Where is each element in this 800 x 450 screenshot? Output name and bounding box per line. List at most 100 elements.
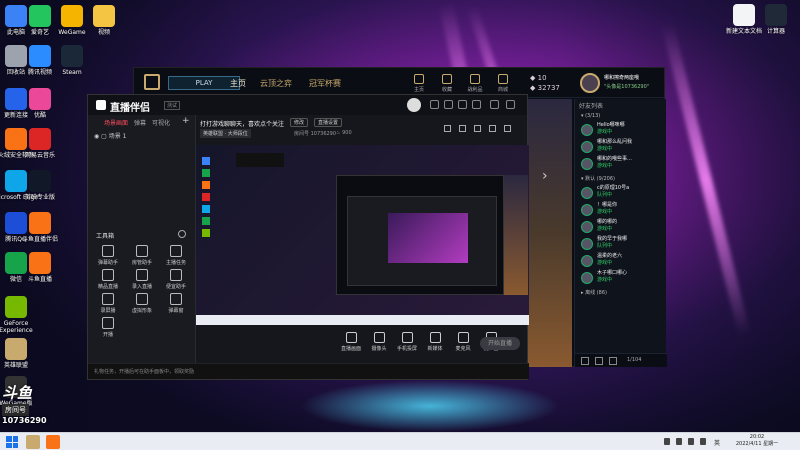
category-badge[interactable]: 英雄联盟 · 大师段位 — [200, 129, 251, 138]
volume-icon[interactable] — [688, 438, 694, 445]
tab-home[interactable]: 主页 — [230, 78, 246, 89]
be-currency: ◆ 32737 — [530, 84, 560, 92]
home-icon — [414, 74, 424, 84]
friends-group[interactable]: ▸ 离线 (86) — [575, 287, 666, 298]
tray-chevron-icon[interactable] — [664, 438, 670, 445]
nav-loot[interactable]: 战利品 — [466, 74, 484, 93]
friend-avatar — [581, 238, 593, 250]
friend-item[interactable]: 木子哪口哪心 游戏中 — [579, 270, 662, 286]
network-icon[interactable] — [676, 438, 682, 445]
tool-item[interactable]: 主播任务 — [160, 245, 192, 266]
tool-label: 弹幕助手 — [97, 260, 118, 266]
go-live-button[interactable]: 开始直播 — [480, 337, 520, 350]
desktop-icon[interactable]: 网易云音乐 — [16, 128, 64, 159]
taskbar-douyu-icon[interactable] — [46, 435, 60, 449]
desktop-icon-label: GeForce Experience — [0, 320, 33, 334]
avatar[interactable] — [407, 98, 421, 112]
tool-item[interactable]: 虚拟形象 — [126, 293, 158, 314]
settings-icon[interactable] — [458, 100, 467, 109]
friend-item[interactable]: 哪的哪的 游戏中 — [579, 219, 662, 235]
desktop-icon[interactable]: 斗鱼直播 — [16, 252, 64, 283]
stream-control[interactable]: 直播画面 — [336, 332, 366, 352]
carousel-next-icon[interactable]: › — [542, 168, 548, 184]
friend-item[interactable]: ！哪是你 游戏中 — [579, 202, 662, 218]
stream-control[interactable]: 摄像头 — [364, 332, 394, 352]
nav-home[interactable]: 主页 — [410, 74, 428, 93]
scene-item[interactable]: ◉ ▢ 场景 1 — [88, 129, 195, 142]
friends-group[interactable]: ▾ (3/13) — [575, 111, 666, 121]
tool-item[interactable]: 精品直播 — [92, 269, 124, 290]
desktop-icon[interactable]: 视频 — [80, 5, 128, 36]
layout-icon[interactable] — [444, 125, 451, 132]
fullscreen-icon[interactable] — [504, 125, 511, 132]
nav-collection[interactable]: 收藏 — [438, 74, 456, 93]
tab-scenes[interactable]: 场景画面 — [104, 118, 128, 127]
desktop-icon[interactable]: 英雄联盟 — [0, 338, 40, 369]
stream-control[interactable]: 手机投屏 — [392, 332, 422, 352]
close-icon[interactable] — [506, 100, 515, 109]
friends-group[interactable]: ▾ 默认 (9/206) — [575, 173, 666, 184]
share-icon[interactable] — [474, 125, 481, 132]
tool-item[interactable]: 弹幕窗 — [160, 293, 192, 314]
tab-visual[interactable]: 可视化 — [152, 118, 170, 127]
friend-item[interactable]: c的原理10号a 队列中 — [579, 185, 662, 201]
tab-clash[interactable]: 冠军杯赛 — [309, 78, 341, 89]
clock[interactable]: 20:02 2022/4/11 星期一 — [730, 434, 784, 448]
tool-icon — [136, 293, 148, 305]
profile-avatar[interactable] — [580, 73, 600, 93]
message-icon[interactable] — [444, 100, 453, 109]
stream-control[interactable]: 新媒体 — [420, 332, 450, 352]
tool-item[interactable]: 录入直播 — [126, 269, 158, 290]
bell-icon[interactable] — [489, 125, 496, 132]
desktop-icon[interactable]: 斗鱼直播伴侣 — [16, 212, 64, 243]
tab-tft[interactable]: 云顶之弈 — [260, 78, 292, 89]
add-scene-icon[interactable]: + — [182, 116, 190, 126]
taskbar-lol-icon[interactable] — [26, 435, 40, 449]
watermark-logo: 斗鱼 — [2, 384, 33, 402]
mic-icon[interactable] — [609, 357, 617, 365]
stream-settings-button[interactable]: 直播设置 — [314, 118, 343, 127]
minimize-icon[interactable] — [490, 100, 499, 109]
profile-status: "头像是10736290" — [604, 84, 650, 90]
tab-danmu[interactable]: 弹幕 — [134, 118, 146, 127]
desktop-icon[interactable]: GeForce Experience — [0, 296, 40, 334]
ime-indicator[interactable]: 英 — [714, 438, 720, 447]
toolbox-toggle-icon[interactable] — [178, 230, 186, 238]
record-icon[interactable] — [459, 125, 466, 132]
tool-item[interactable]: 弹幕助手 — [92, 245, 124, 266]
control-icon — [401, 332, 413, 343]
desktop-icon-label: 斗鱼直播伴侣 — [21, 236, 58, 243]
stream-control[interactable]: 麦克风 — [448, 332, 478, 352]
desktop-icon[interactable]: Steam — [48, 45, 96, 76]
friend-item[interactable]: 哪和那么乱问我 游戏中 — [579, 139, 662, 155]
nav-store[interactable]: 商城 — [494, 74, 512, 93]
menu-icon[interactable] — [472, 100, 481, 109]
tool-item[interactable]: 录屏播 — [92, 293, 124, 314]
tool-icon — [102, 245, 114, 257]
skin-icon[interactable] — [430, 100, 439, 109]
tool-icon — [102, 317, 114, 329]
chat-icon[interactable] — [581, 357, 589, 365]
control-icon — [373, 332, 385, 343]
stream-preview[interactable] — [196, 145, 529, 325]
tool-item[interactable]: 房管助手 — [126, 245, 158, 266]
edit-title-button[interactable]: 修改 — [290, 118, 309, 127]
streamer-window[interactable]: 直播伴侣 测试 场景画面 弹幕 可视化 + ◉ ▢ 场景 1 工具箱 弹幕助手 房… — [87, 94, 529, 380]
mail-icon[interactable] — [595, 357, 603, 365]
popularity-count: ♨ 900 — [336, 130, 352, 136]
tool-icon — [170, 269, 182, 281]
friends-count: 1/104 — [627, 357, 642, 363]
tool-item[interactable]: 开播 — [92, 317, 124, 338]
friend-item[interactable]: 我的早于我哪 队列中 — [579, 236, 662, 252]
friend-item[interactable]: Hello哪咪哪 游戏中 — [579, 122, 662, 138]
desktop-icon[interactable]: 优酷 — [16, 88, 64, 119]
friend-item[interactable]: 温柔的老六 游戏中 — [579, 253, 662, 269]
tool-item[interactable]: 便宜助手 — [160, 269, 192, 290]
start-button[interactable] — [6, 436, 18, 448]
battery-icon[interactable] — [700, 438, 706, 445]
tool-label: 主播任务 — [165, 260, 186, 266]
desktop-icon[interactable]: 计算器 — [752, 4, 800, 35]
desktop-icon[interactable]: 剪映专业版 — [16, 170, 64, 201]
friend-item[interactable]: 哪和的哦些事… 游戏中 — [579, 156, 662, 172]
app-icon — [29, 212, 51, 234]
